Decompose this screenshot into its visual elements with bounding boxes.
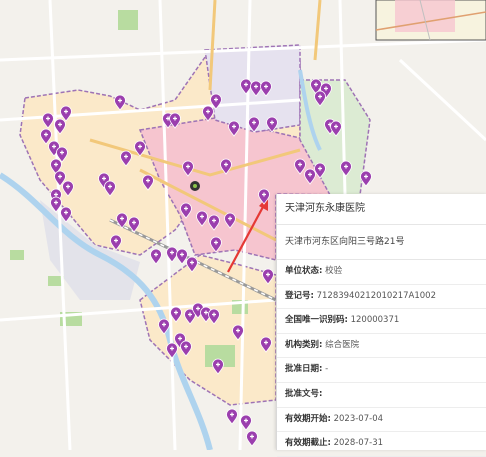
inset-map[interactable] xyxy=(375,0,486,41)
info-field-row: 登记号: 71283940212010217A1002 xyxy=(277,285,486,310)
hospital-address: 天津市河东区向阳三号路21号 xyxy=(277,225,486,260)
park xyxy=(118,10,138,30)
info-field-row: 单位状态: 校验 xyxy=(277,260,486,285)
info-field-value: - xyxy=(322,364,329,375)
info-field-value: 校验 xyxy=(322,266,343,276)
info-field-value: 2028-07-31 xyxy=(330,438,384,449)
info-field-label: 单位状态: xyxy=(285,266,323,276)
info-field-label: 登记号: xyxy=(285,290,314,301)
selected-location-marker[interactable] xyxy=(190,181,200,191)
info-panel: 天津河东永康医院 天津市河东区向阳三号路21号 单位状态: 校验 登记号: 712… xyxy=(276,194,486,457)
info-field-row: 批准日期: - xyxy=(277,358,486,383)
info-fields: 单位状态: 校验 登记号: 71283940212010217A1002 全国唯一识… xyxy=(277,260,486,457)
info-field-row: 批准文号: xyxy=(277,383,486,408)
info-field-row: 全国唯一识别码: 120000371 xyxy=(277,309,486,334)
info-field-row: 有效期截止: 2028-07-31 xyxy=(277,432,486,457)
info-field-label: 机构类别: xyxy=(285,339,323,350)
info-field-label: 批准文号: xyxy=(285,388,323,399)
info-field-value: 综合医院 xyxy=(322,339,360,350)
park xyxy=(10,250,24,260)
info-field-label: 有效期开始: xyxy=(285,413,331,424)
info-field-row: 有效期开始: 2023-07-04 xyxy=(277,408,486,433)
info-field-value: 2023-07-04 xyxy=(330,413,384,424)
hospital-name: 天津河东永康医院 xyxy=(277,194,486,225)
info-field-value: 120000371 xyxy=(347,315,400,326)
info-field-value: 71283940212010217A1002 xyxy=(313,290,436,301)
info-field-row: 机构类别: 综合医院 xyxy=(277,334,486,359)
info-field-label: 有效期截止: xyxy=(285,438,331,449)
info-field-label: 全国唯一识别码: xyxy=(285,315,348,326)
info-field-label: 批准日期: xyxy=(285,364,323,375)
